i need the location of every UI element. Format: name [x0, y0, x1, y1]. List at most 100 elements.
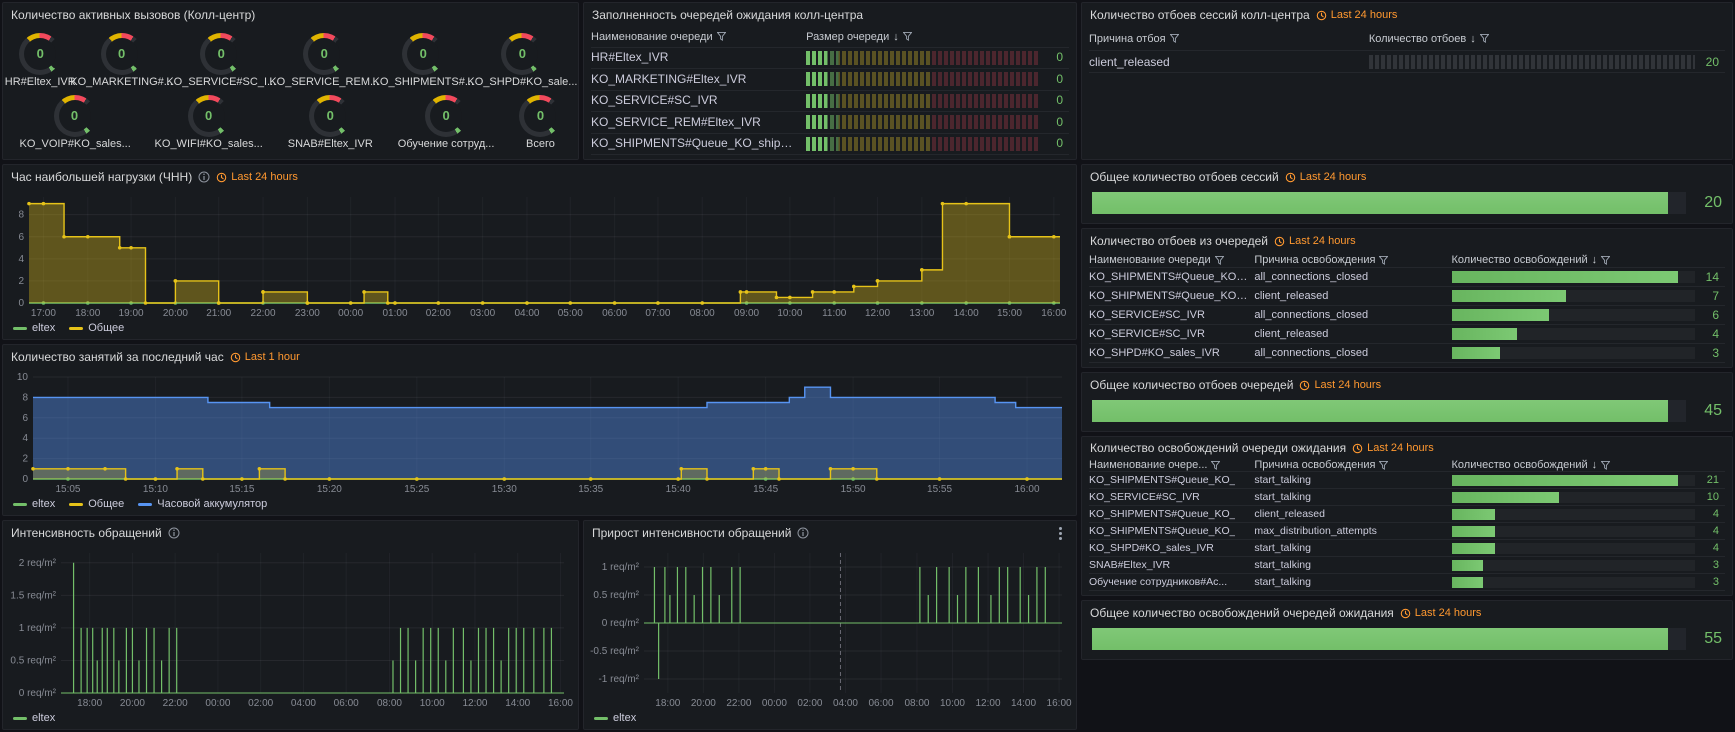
- gauge-label: KO_SERVICE#SC_I...: [166, 76, 276, 88]
- info-icon[interactable]: [168, 527, 180, 539]
- table-row[interactable]: KO_SHIPMENTS#Queue_KO_start_talking21: [1089, 472, 1725, 489]
- filter-icon[interactable]: [1215, 256, 1224, 265]
- time-series-chart[interactable]: 0246817:0018:0019:0020:0021:0022:0023:00…: [3, 189, 1076, 320]
- sort-desc-icon[interactable]: ↓: [1592, 459, 1598, 471]
- panel-title: Общее количество освобождений очередей о…: [1090, 606, 1394, 620]
- panel-header[interactable]: Интенсивность обращений: [3, 521, 578, 545]
- column-header[interactable]: Количество освобождений: [1452, 254, 1588, 266]
- legend-item-eltex[interactable]: eltex: [13, 712, 55, 724]
- panel-header[interactable]: Количество отбоев сессий колл-центра Las…: [1082, 3, 1732, 27]
- legend-color-swatch: [594, 717, 608, 720]
- svg-text:15:25: 15:25: [404, 484, 429, 495]
- time-series-chart[interactable]: 024681015:0515:1015:1515:2015:2515:3015:…: [3, 369, 1076, 496]
- reason-cell: client_released: [1254, 325, 1328, 344]
- table-row[interactable]: client_released20: [1089, 51, 1725, 73]
- panel-header[interactable]: Заполненность очередей ожидания колл-цен…: [584, 3, 1076, 27]
- panel-header[interactable]: Количество занятий за последний час Last…: [3, 345, 1076, 369]
- svg-text:12:00: 12:00: [865, 308, 890, 319]
- panel-header[interactable]: Общее количество освобождений очередей о…: [1082, 601, 1732, 625]
- filter-icon[interactable]: [1601, 461, 1610, 470]
- table-header-row: Наименование очере... Причина освобожден…: [1089, 459, 1725, 472]
- gauge-value: 0: [420, 46, 427, 61]
- table-row[interactable]: KO_SHIPMENTS#Queue_KO_client_released4: [1089, 506, 1725, 523]
- reason-cell: start_talking: [1254, 489, 1311, 506]
- column-header[interactable]: Наименование очереди: [591, 31, 713, 43]
- column-header[interactable]: Причина освобождения: [1254, 459, 1375, 471]
- table-row[interactable]: KO_SERVICE#SC_IVRall_connections_closed6: [1089, 306, 1725, 325]
- cell-value: 4: [1699, 540, 1719, 557]
- panel-menu-icon[interactable]: [1052, 525, 1068, 541]
- table-row[interactable]: KO_SERVICE#SC_IVRclient_released4: [1089, 325, 1725, 344]
- table-row[interactable]: KO_SHIPMENTS#Queue_KO_shipmentsall_conne…: [1089, 268, 1725, 287]
- filter-icon[interactable]: [1170, 34, 1179, 43]
- table-row[interactable]: KO_SHIPMENTS#Queue_KO_shipments0: [591, 134, 1069, 156]
- svg-text:-1 req/m²: -1 req/m²: [598, 674, 639, 685]
- panel-title: Количество отбоев сессий колл-центра: [1090, 8, 1310, 22]
- table-row[interactable]: KO_SHIPMENTS#Queue_KO_max_distribution_a…: [1089, 523, 1725, 540]
- panel-queue-drops: Количество отбоев из очередей Last 24 ho…: [1081, 228, 1733, 368]
- legend-item-eltex[interactable]: eltex: [594, 712, 636, 724]
- column-header[interactable]: Размер очереди: [806, 31, 889, 43]
- gauge-value: 0: [37, 46, 44, 61]
- legend-item-Часовой аккумулятор[interactable]: Часовой аккумулятор: [138, 498, 267, 510]
- column-header[interactable]: Наименование очереди: [1089, 254, 1211, 266]
- panel-header[interactable]: Количество отбоев из очередей Last 24 ho…: [1082, 229, 1732, 253]
- table-row[interactable]: KO_SERVICE_REM#Eltex_IVR0: [591, 112, 1069, 134]
- filter-icon[interactable]: [1379, 256, 1388, 265]
- lcd-bar-gauge: [806, 72, 1039, 86]
- legend-item-eltex[interactable]: eltex: [13, 498, 55, 510]
- gauge-KO_SHPD#KO_sale...: 0KO_SHPD#KO_sale...: [471, 33, 574, 88]
- table-row[interactable]: HR#Eltex_IVR0: [591, 48, 1069, 70]
- column-header[interactable]: Наименование очере...: [1089, 459, 1207, 471]
- table-row[interactable]: KO_MARKETING#Eltex_IVR0: [591, 69, 1069, 91]
- reason-cell: client_released: [1089, 51, 1170, 73]
- column-header[interactable]: Причина освобождения: [1254, 254, 1375, 266]
- sort-desc-icon[interactable]: ↓: [893, 31, 899, 43]
- table-row[interactable]: KO_SHPD#KO_sales_IVRall_connections_clos…: [1089, 344, 1725, 363]
- queue-name-cell: Обучение сотрудников#Ас...: [1089, 574, 1227, 591]
- panel-header[interactable]: Количество освобождений очереди ожидания…: [1082, 437, 1732, 459]
- table-row[interactable]: KO_SHPD#KO_sales_IVRstart_talking4: [1089, 540, 1725, 557]
- legend-item-eltex[interactable]: eltex: [13, 322, 55, 334]
- filter-icon[interactable]: [903, 32, 912, 41]
- table-row[interactable]: KO_SERVICE#SC_IVRstart_talking10: [1089, 489, 1725, 506]
- table-row[interactable]: Обучение сотрудников#Ас...start_talking3: [1089, 574, 1725, 591]
- column-header[interactable]: Причина отбоя: [1089, 33, 1166, 45]
- legend-item-Общее[interactable]: Общее: [69, 498, 124, 510]
- filter-icon[interactable]: [1379, 461, 1388, 470]
- filter-icon[interactable]: [1480, 34, 1489, 43]
- svg-text:23:00: 23:00: [295, 308, 320, 319]
- info-icon[interactable]: [198, 171, 210, 183]
- column-header[interactable]: Количество освобождений: [1452, 459, 1588, 471]
- svg-text:16:00: 16:00: [1041, 308, 1066, 319]
- legend-color-swatch: [69, 503, 83, 506]
- table-row[interactable]: KO_SHIPMENTS#Queue_KO_shipmentsclient_re…: [1089, 287, 1725, 306]
- column-header[interactable]: Количество отбоев: [1369, 33, 1466, 45]
- bar-track: [1452, 328, 1695, 340]
- table-row[interactable]: KO_SERVICE#SC_IVR0: [591, 91, 1069, 113]
- panel-header[interactable]: Общее количество отбоев сессий Last 24 h…: [1082, 165, 1732, 189]
- filter-icon[interactable]: [1211, 461, 1220, 470]
- panel-header[interactable]: Общее количество отбоев очередей Last 24…: [1082, 373, 1732, 397]
- reason-cell: start_talking: [1254, 557, 1311, 574]
- sort-desc-icon[interactable]: ↓: [1592, 254, 1598, 266]
- time-series-chart[interactable]: 1 req/m²0.5 req/m²0 req/m²-0.5 req/m²-1 …: [584, 545, 1076, 710]
- svg-text:04:00: 04:00: [833, 698, 858, 709]
- svg-text:0: 0: [18, 298, 24, 309]
- queue-name-cell: KO_SERVICE#SC_IVR: [1089, 306, 1205, 325]
- sort-desc-icon[interactable]: ↓: [1470, 33, 1476, 45]
- time-series-chart[interactable]: 0 req/m²0.5 req/m²1 req/m²1.5 req/m²2 re…: [3, 545, 578, 710]
- svg-text:2: 2: [22, 454, 28, 465]
- cell-value: 0: [1043, 90, 1063, 111]
- table-row[interactable]: SNAB#Eltex_IVRstart_talking3: [1089, 557, 1725, 574]
- clock-icon: [1400, 608, 1411, 619]
- panel-header[interactable]: Час наибольшей нагрузки (ЧНН) Last 24 ho…: [3, 165, 1076, 189]
- panel-header[interactable]: Прирост интенсивности обращений: [584, 521, 1076, 545]
- legend-item-Общее[interactable]: Общее: [69, 322, 124, 334]
- svg-text:22:00: 22:00: [251, 308, 276, 319]
- filter-icon[interactable]: [717, 32, 726, 41]
- panel-header[interactable]: Количество активных вызовов (Колл-центр): [3, 3, 578, 27]
- filter-icon[interactable]: [1601, 256, 1610, 265]
- info-icon[interactable]: [797, 527, 809, 539]
- clock-icon: [1285, 172, 1296, 183]
